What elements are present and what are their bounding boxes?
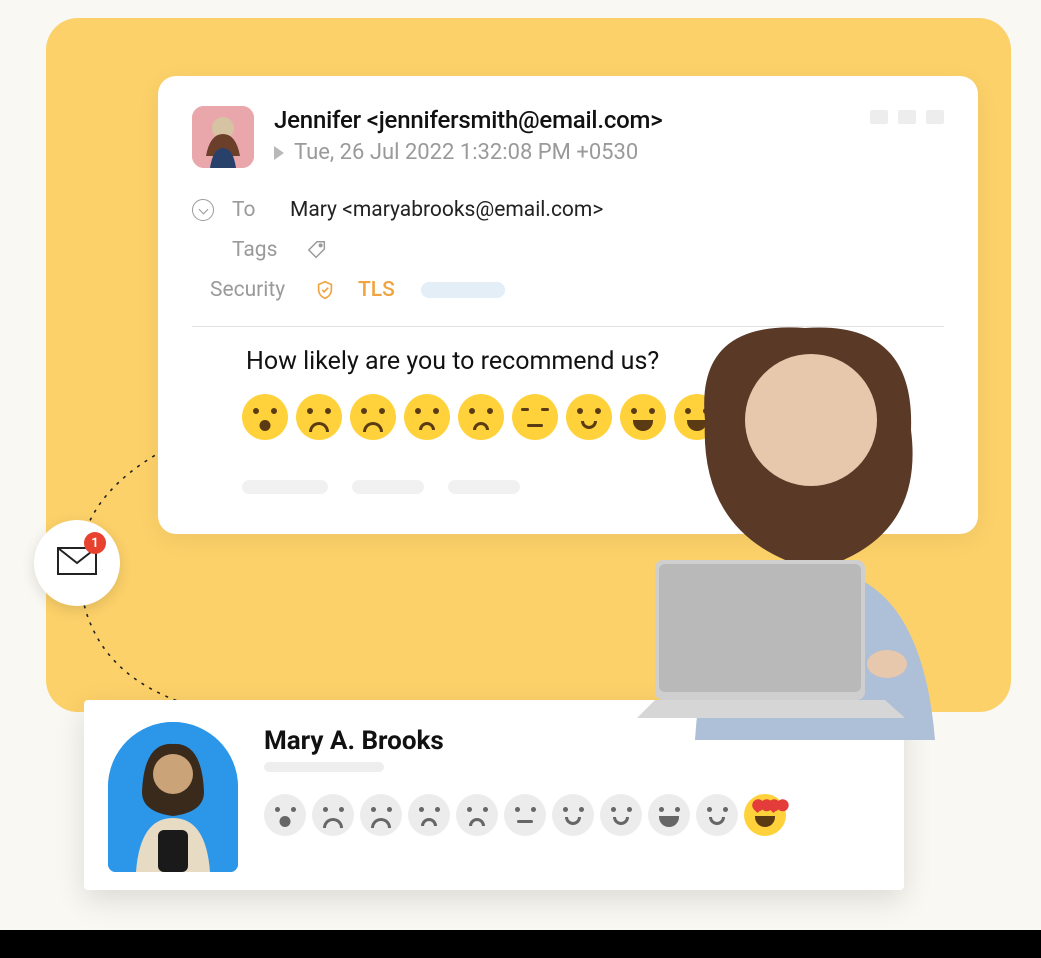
mail-notification-badge[interactable]: 1: [34, 520, 120, 606]
response-rating-8[interactable]: [600, 794, 642, 836]
survey-question: How likely are you to recommend us?: [192, 347, 944, 376]
email-date: Tue, 26 Jul 2022 1:32:08 PM +0530: [294, 140, 638, 165]
email-meta: To Mary <maryabrooks@email.com> Tags Sec…: [192, 190, 944, 310]
respondent-name: Mary A. Brooks: [264, 726, 876, 756]
tags-label: Tags: [232, 238, 288, 262]
divider: [192, 326, 944, 327]
rating-1[interactable]: [242, 394, 288, 440]
response-rating-9[interactable]: [648, 794, 690, 836]
rating-7[interactable]: [566, 394, 612, 440]
rating-10[interactable]: [728, 394, 774, 440]
response-rating-6[interactable]: [504, 794, 546, 836]
response-rating-scale: [264, 794, 876, 836]
notification-count: 1: [84, 532, 106, 554]
skeleton-line: [448, 480, 520, 494]
rating-3[interactable]: [350, 394, 396, 440]
respondent-subtitle-placeholder: [264, 762, 384, 772]
skeleton-line: [352, 480, 424, 494]
email-header: Jennifer <jennifersmith@email.com> Tue, …: [192, 106, 944, 168]
response-rating-7[interactable]: [552, 794, 594, 836]
body-skeleton: [192, 480, 944, 494]
to-value: Mary <maryabrooks@email.com>: [290, 198, 603, 222]
date-line: Tue, 26 Jul 2022 1:32:08 PM +0530: [274, 140, 944, 165]
footer-strip: [0, 930, 1041, 958]
to-label: To: [232, 198, 272, 222]
rating-2[interactable]: [296, 394, 342, 440]
shield-icon: [314, 279, 336, 301]
rating-5[interactable]: [458, 394, 504, 440]
response-rating-10[interactable]: [696, 794, 738, 836]
rating-9[interactable]: [674, 394, 720, 440]
security-detail-placeholder: [421, 282, 505, 298]
skeleton-line: [242, 480, 328, 494]
header-actions: [870, 110, 944, 124]
flag-icon: [274, 146, 284, 160]
rating-4[interactable]: [404, 394, 450, 440]
respondent-avatar: [108, 722, 238, 872]
rating-8[interactable]: [620, 394, 666, 440]
header-action-placeholder[interactable]: [870, 110, 888, 124]
response-rating-5[interactable]: [456, 794, 498, 836]
security-label: Security: [210, 278, 296, 302]
response-rating-3[interactable]: [360, 794, 402, 836]
header-action-placeholder[interactable]: [926, 110, 944, 124]
rating-11-heart-eyes[interactable]: [782, 394, 828, 440]
rating-scale: [192, 394, 944, 440]
rating-6[interactable]: [512, 394, 558, 440]
from-line: Jennifer <jennifersmith@email.com>: [274, 106, 944, 134]
header-action-placeholder[interactable]: [898, 110, 916, 124]
response-card: Mary A. Brooks: [84, 700, 904, 890]
tag-icon[interactable]: [306, 239, 328, 261]
response-rating-4[interactable]: [408, 794, 450, 836]
expand-meta-icon[interactable]: [192, 199, 214, 221]
response-rating-2[interactable]: [312, 794, 354, 836]
response-rating-1[interactable]: [264, 794, 306, 836]
security-value: TLS: [358, 278, 395, 302]
email-card: Jennifer <jennifersmith@email.com> Tue, …: [158, 76, 978, 534]
response-rating-11-selected[interactable]: [744, 794, 786, 836]
sender-avatar[interactable]: [192, 106, 254, 168]
